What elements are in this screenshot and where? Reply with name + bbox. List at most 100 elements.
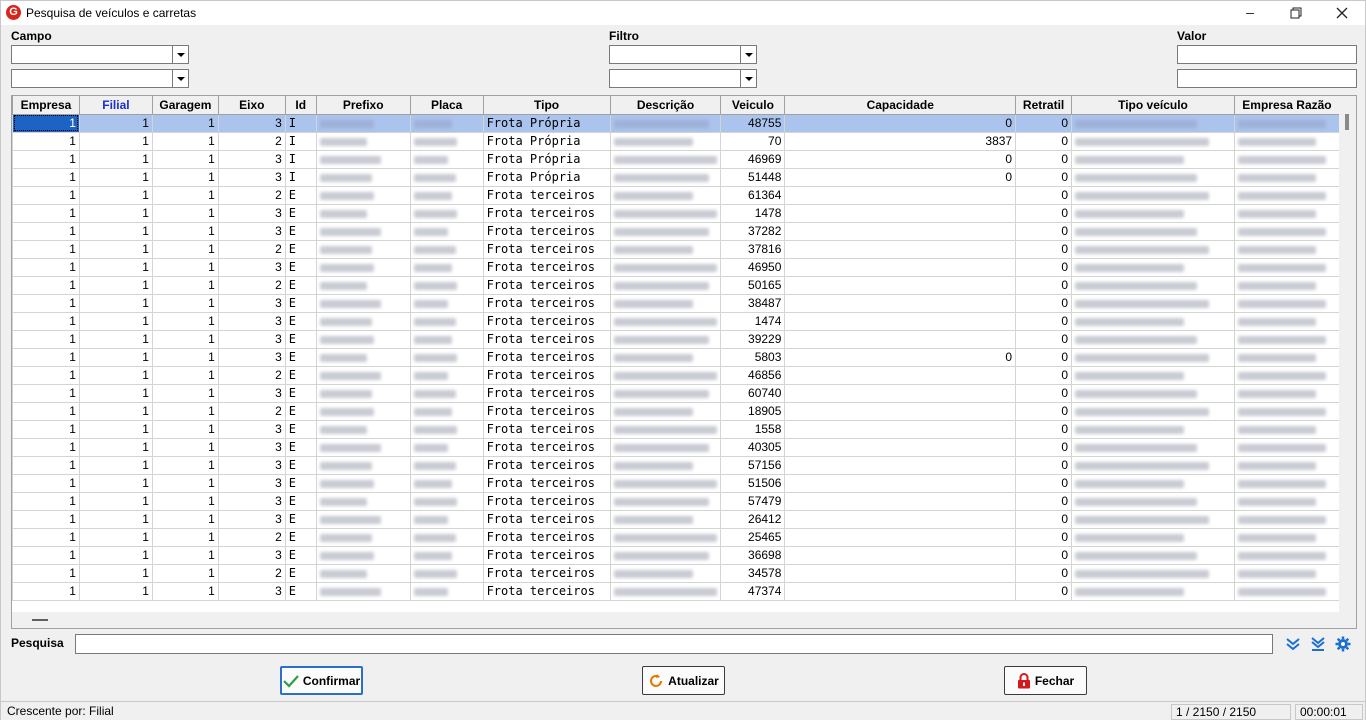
cell-placa (409, 131, 484, 151)
table-row[interactable]: 1 1 1 3 E Frota terceiros 39229 0 (12, 329, 1340, 349)
cell-garagem: 1 (151, 527, 219, 547)
table-row[interactable]: 1 1 1 3 E Frota terceiros 46950 0 (12, 257, 1340, 277)
column-header-filial[interactable]: Filial (78, 96, 153, 115)
column-header-id[interactable]: Id (284, 96, 317, 115)
column-header-veiculo[interactable]: Veiculo (720, 96, 786, 115)
table-row[interactable]: 1 1 1 3 E Frota terceiros 40305 0 (12, 437, 1340, 457)
cell-empresa-razao (1233, 563, 1340, 583)
fechar-button[interactable]: Fechar (1004, 666, 1087, 695)
table-row[interactable]: 1 1 1 3 E Frota terceiros 57479 0 (12, 491, 1340, 511)
table-row[interactable]: 1 1 1 3 E Frota terceiros 37282 0 (12, 221, 1340, 241)
cell-veiculo: 38487 (720, 293, 786, 313)
table-row[interactable]: 1 1 1 3 E Frota terceiros 1558 0 (12, 419, 1340, 439)
search-input[interactable] (75, 634, 1273, 654)
cell-veiculo: 46969 (720, 149, 786, 169)
chevron-down-icon[interactable] (740, 46, 756, 63)
horizontal-scrollbar[interactable] (12, 612, 1356, 628)
table-row[interactable]: 1 1 1 2 E Frota terceiros 37816 0 (12, 239, 1340, 259)
column-header-tipo[interactable]: Tipo (482, 96, 611, 115)
scroll-to-end-button[interactable] (1310, 636, 1326, 655)
table-row[interactable]: 1 1 1 2 E Frota terceiros 34578 0 (12, 563, 1340, 583)
redacted-text (319, 479, 374, 488)
campo-select-1[interactable] (11, 45, 189, 64)
column-header-garagem[interactable]: Garagem (151, 96, 219, 115)
table-row[interactable]: 1 1 1 3 E Frota terceiros 51506 0 (12, 473, 1340, 493)
vertical-scrollbar[interactable] (1339, 96, 1356, 612)
redacted-text (1237, 173, 1317, 182)
confirmar-label: Confirmar (302, 673, 361, 688)
table-row[interactable]: 1 1 1 3 I Frota Própria 46969 0 0 (12, 149, 1340, 169)
expand-down-button[interactable] (1285, 636, 1301, 655)
table-row[interactable]: 1 1 1 3 E Frota terceiros 36698 0 (12, 545, 1340, 565)
cell-tipo: Frota terceiros (482, 185, 611, 205)
title-bar: G Pesquisa de veículos e carretas – (1, 1, 1365, 25)
cell-placa (409, 419, 484, 439)
chevron-down-icon[interactable] (740, 70, 756, 87)
scroll-thumb[interactable] (1345, 114, 1349, 130)
table-row[interactable]: 1 1 1 3 E Frota terceiros 26412 0 (12, 509, 1340, 529)
cell-prefixo (315, 239, 411, 259)
table-row[interactable]: 1 1 1 3 E Frota terceiros 60740 0 (12, 383, 1340, 403)
cell-capacidade: 0 (784, 167, 1017, 187)
table-row[interactable]: 1 1 1 2 E Frota terceiros 50165 0 (12, 275, 1340, 295)
cell-garagem: 1 (151, 275, 219, 295)
cell-empresa: 1 (12, 167, 80, 187)
maximize-button[interactable] (1273, 1, 1319, 25)
column-header-empresa[interactable]: Empresa (12, 96, 80, 115)
column-header-capacidade[interactable]: Capacidade (784, 96, 1017, 115)
table-row[interactable]: 1 1 1 3 E Frota terceiros 47374 0 (12, 581, 1340, 601)
valor-input-2[interactable] (1177, 69, 1357, 88)
table-row[interactable]: 1 1 1 2 E Frota terceiros 25465 0 (12, 527, 1340, 547)
table-row[interactable]: 1 1 1 3 E Frota terceiros 1474 0 (12, 311, 1340, 331)
redacted-text (613, 263, 718, 272)
vehicle-grid[interactable]: Empresa Filial Garagem Eixo Id Prefixo Placa Ti… (11, 95, 1357, 629)
table-row[interactable]: 1 1 1 2 E Frota terceiros 46856 0 (12, 365, 1340, 385)
atualizar-button[interactable]: Atualizar (642, 666, 725, 695)
column-header-descricao[interactable]: Descrição (609, 96, 722, 115)
cell-tipo-veiculo (1071, 239, 1235, 259)
cell-id: E (284, 581, 317, 601)
redacted-text (1237, 263, 1327, 272)
cell-empresa-razao (1233, 167, 1340, 187)
table-row[interactable]: 1 1 1 3 I Frota Própria 51448 0 0 (12, 167, 1340, 187)
table-row[interactable]: 1 1 1 2 I Frota Própria 70 3837 0 (12, 131, 1340, 151)
chevron-down-icon[interactable] (172, 46, 188, 63)
cell-placa (409, 563, 484, 583)
valor-input-1[interactable] (1177, 45, 1357, 64)
column-header-prefixo[interactable]: Prefixo (315, 96, 411, 115)
status-bar: Crescente por: Filial 1 / 2150 / 2150 00… (1, 701, 1365, 720)
cell-placa (409, 167, 484, 187)
table-row[interactable]: 1 1 1 2 E Frota terceiros 18905 0 (12, 401, 1340, 421)
table-row[interactable]: 1 1 1 2 E Frota terceiros 61364 0 (12, 185, 1340, 205)
column-header-eixo[interactable]: Eixo (217, 96, 286, 115)
chevron-down-icon[interactable] (172, 70, 188, 87)
table-row[interactable]: 1 1 1 3 E Frota terceiros 1478 0 (12, 203, 1340, 223)
campo-select-2[interactable] (11, 69, 189, 88)
table-row[interactable]: 1 1 1 3 E Frota terceiros 38487 0 (12, 293, 1340, 313)
settings-button[interactable] (1335, 636, 1351, 655)
column-header-placa[interactable]: Placa (409, 96, 484, 115)
table-row[interactable]: 1 1 1 3 E Frota terceiros 57156 0 (12, 455, 1340, 475)
redacted-text (413, 281, 458, 290)
filtro-select-2[interactable] (609, 69, 757, 88)
cell-filial: 1 (78, 149, 153, 169)
cell-empresa-razao (1233, 293, 1340, 313)
column-header-retratil[interactable]: Retratil (1015, 96, 1073, 115)
filtro-select-1[interactable] (609, 45, 757, 64)
close-window-button[interactable] (1319, 1, 1365, 25)
cell-id: E (284, 221, 317, 241)
redacted-text (613, 515, 693, 524)
table-row[interactable]: 1 1 1 3 E Frota terceiros 5803 0 0 (12, 347, 1340, 367)
scroll-thumb[interactable] (32, 619, 48, 621)
cell-eixo: 3 (217, 113, 286, 133)
cell-retratil: 0 (1015, 311, 1073, 331)
minimize-button[interactable]: – (1227, 1, 1273, 25)
cell-tipo-veiculo (1071, 275, 1235, 295)
column-header-tipo-veiculo[interactable]: Tipo veículo (1071, 96, 1235, 115)
confirmar-button[interactable]: Confirmar (280, 666, 363, 695)
column-header-empresa-razao[interactable]: Empresa Razão (1233, 96, 1340, 115)
cell-empresa: 1 (12, 329, 80, 349)
cell-capacidade: 0 (784, 149, 1017, 169)
table-row[interactable]: 1 1 1 3 I Frota Própria 48755 0 0 (12, 113, 1340, 133)
redacted-text (613, 551, 710, 560)
